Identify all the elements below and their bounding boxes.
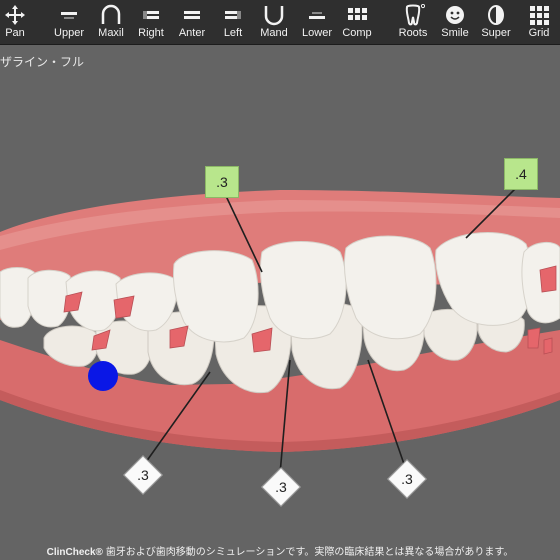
toolbar-roots-button[interactable]: Roots [396,0,430,44]
toolbar-comp-label: Comp [342,27,372,39]
toolbar-anter-label: Anter [178,27,206,39]
footer-brand: ClinCheck® [46,547,103,558]
toolbar-smile-button[interactable]: Smile [438,0,472,44]
toolbar-lower-label: Lower [302,27,332,39]
toolbar-maxil-button[interactable]: Maxil [94,0,128,44]
selection-marker[interactable] [88,361,118,391]
toolbar-right-button[interactable]: Right [134,0,168,44]
movement-value: .3 [137,467,149,483]
toolbar-left-button[interactable]: Left [216,0,250,44]
movement-tag-upper-left[interactable]: .3 [205,166,239,198]
toolbar-upper-label: Upper [54,27,84,39]
movement-value: .3 [275,479,287,495]
right-icon [143,11,159,19]
toolbar-maxil-label: Maxil [98,27,124,39]
mand-icon [264,6,284,26]
movement-value: .3 [401,471,413,487]
toolbar-mand-button[interactable]: Mand [256,0,292,44]
toolbar-mand-label: Mand [260,27,288,39]
toolbar-smile-label: Smile [441,27,469,39]
comp-icon [348,8,367,20]
maxil-icon [101,4,121,24]
toolbar-super-label: Super [481,27,511,39]
upper-icon [61,12,77,19]
toolbar-pan-button[interactable]: Pan [0,0,30,44]
toolbar-left-label: Left [223,27,243,39]
toolbar-super-button[interactable]: Super [478,0,514,44]
toolbar-pan-label: Pan [5,27,25,39]
grid-icon [530,6,549,25]
smile-icon [446,6,464,24]
toolbar-lower-button[interactable]: Lower [298,0,336,44]
roots-icon [405,4,425,26]
footer-text: 歯牙および歯肉移動のシミュレーションです。実際の臨床結果とは異なる場合があります… [102,547,514,558]
disclaimer-footer: ClinCheck® 歯牙および歯肉移動のシミュレーションです。実際の臨床結果と… [0,543,560,558]
anter-icon [184,11,200,19]
lower-icon [309,12,325,19]
movement-tag-upper-right[interactable]: .4 [504,158,538,190]
pan-icon [5,5,25,25]
toolbar: Pan Upper Maxil Right Anter Left Mand Lo… [0,0,560,45]
movement-value: .4 [515,166,527,182]
toolbar-anter-button[interactable]: Anter [174,0,210,44]
toolbar-grid-button[interactable]: Grid [522,0,556,44]
left-icon [225,11,241,19]
toolbar-comp-button[interactable]: Comp [340,0,374,44]
toolbar-upper-button[interactable]: Upper [50,0,88,44]
toolbar-roots-label: Roots [398,27,428,39]
toolbar-right-label: Right [138,27,164,39]
toolbar-grid-label: Grid [528,27,550,39]
movement-value: .3 [216,174,228,190]
super-icon [488,5,504,25]
